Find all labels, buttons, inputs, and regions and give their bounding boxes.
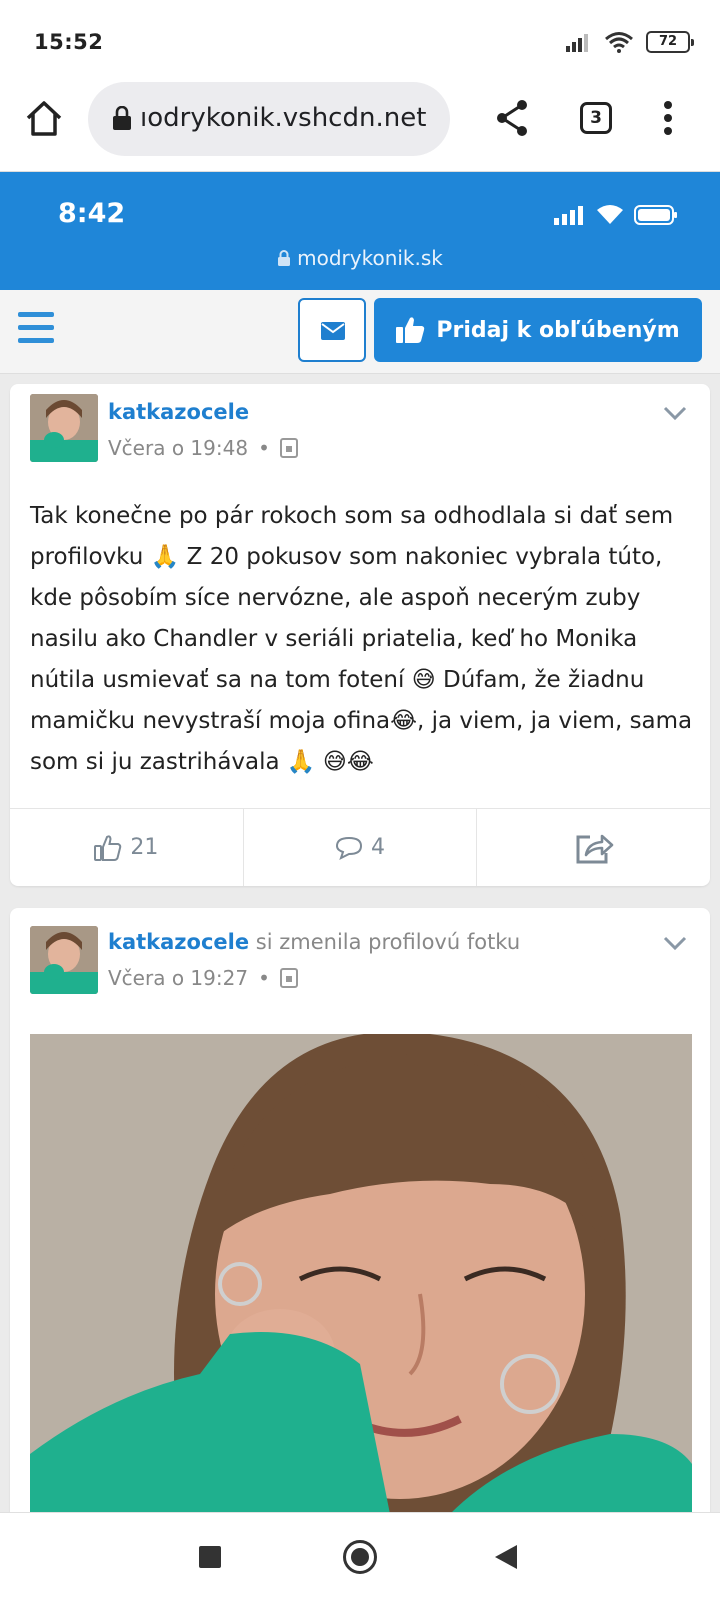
post-actions: 21 4 [10,808,710,886]
signal-icon [554,206,583,225]
system-status-bar: 15:52 72 [0,0,720,80]
profile-photo[interactable] [30,1034,692,1514]
tab-switcher-button[interactable]: 3 [580,102,612,134]
private-lock-icon [279,968,298,988]
avatar[interactable] [30,926,98,994]
wifi-icon [605,32,633,53]
post-time: Včera o 19:27 [108,966,249,990]
wifi-icon [597,205,623,224]
envelope-icon [321,322,345,340]
post-card: katkazocele Včera o 19:48 • Tak konečne … [10,384,710,886]
lock-icon [113,106,131,130]
author-name[interactable]: katkazocele [108,400,249,424]
hamburger-menu-icon[interactable] [18,312,54,344]
share-button[interactable] [477,809,710,886]
comment-icon [335,836,363,860]
like-count: 21 [130,835,159,860]
post-text: Tak konečne po pár rokoch som sa odhodla… [30,503,693,775]
address-bar[interactable]: ıodrykonik.vshcdn.net [88,82,450,156]
author-name[interactable]: katkazocele [108,930,249,954]
thumbs-up-icon [396,317,425,343]
post-author[interactable]: katkazocele [108,400,249,424]
meta-separator: • [258,436,270,460]
inner-time: 8:42 [58,198,126,229]
more-menu-icon[interactable] [658,100,678,136]
url-text: ıodrykonik.vshcdn.net [140,103,427,133]
post-meta: Včera o 19:27 • [108,966,298,990]
home-icon[interactable] [24,98,64,138]
post-author: katkazocele si zmenila profilovú fotku [108,930,520,954]
post-time: Včera o 19:48 [108,436,249,460]
inner-url-text: modrykonik.sk [297,246,443,270]
thumbs-up-icon [94,834,122,861]
system-navigation-bar [0,1512,720,1600]
add-to-favorites-label: Pridaj k obľúbeným [436,317,680,343]
avatar[interactable] [30,394,98,462]
comment-count: 4 [371,835,385,860]
status-time: 15:52 [34,30,104,54]
add-to-favorites-button[interactable]: Pridaj k obľúbeným [374,298,702,362]
share-icon [576,834,613,863]
inner-status-header: 8:42 modrykonik.sk [0,172,720,290]
battery-icon [634,205,677,225]
chevron-down-icon[interactable] [662,930,688,956]
signal-icon [566,34,588,52]
messages-button[interactable] [298,298,366,362]
inner-status-icons [554,204,678,226]
recents-button[interactable] [199,1546,221,1568]
battery-icon: 72 [646,31,694,53]
share-icon[interactable] [494,98,530,138]
chevron-down-icon[interactable] [662,400,688,426]
private-lock-icon [279,438,298,458]
status-icons: 72 [566,30,694,54]
meta-separator: • [258,966,270,990]
author-action: si zmenila profilovú fotku [255,930,521,954]
browser-toolbar: ıodrykonik.vshcdn.net 3 [0,80,720,172]
inner-url: modrykonik.sk [0,246,720,270]
site-navbar: Pridaj k obľúbeným [0,290,720,374]
comment-button[interactable]: 4 [244,809,478,886]
like-button[interactable]: 21 [10,809,244,886]
post-meta: Včera o 19:48 • [108,436,298,460]
lock-icon [278,250,291,266]
home-button[interactable] [343,1540,377,1574]
post-card: katkazocele si zmenila profilovú fotku V… [10,908,710,1600]
back-button[interactable] [495,1545,517,1569]
